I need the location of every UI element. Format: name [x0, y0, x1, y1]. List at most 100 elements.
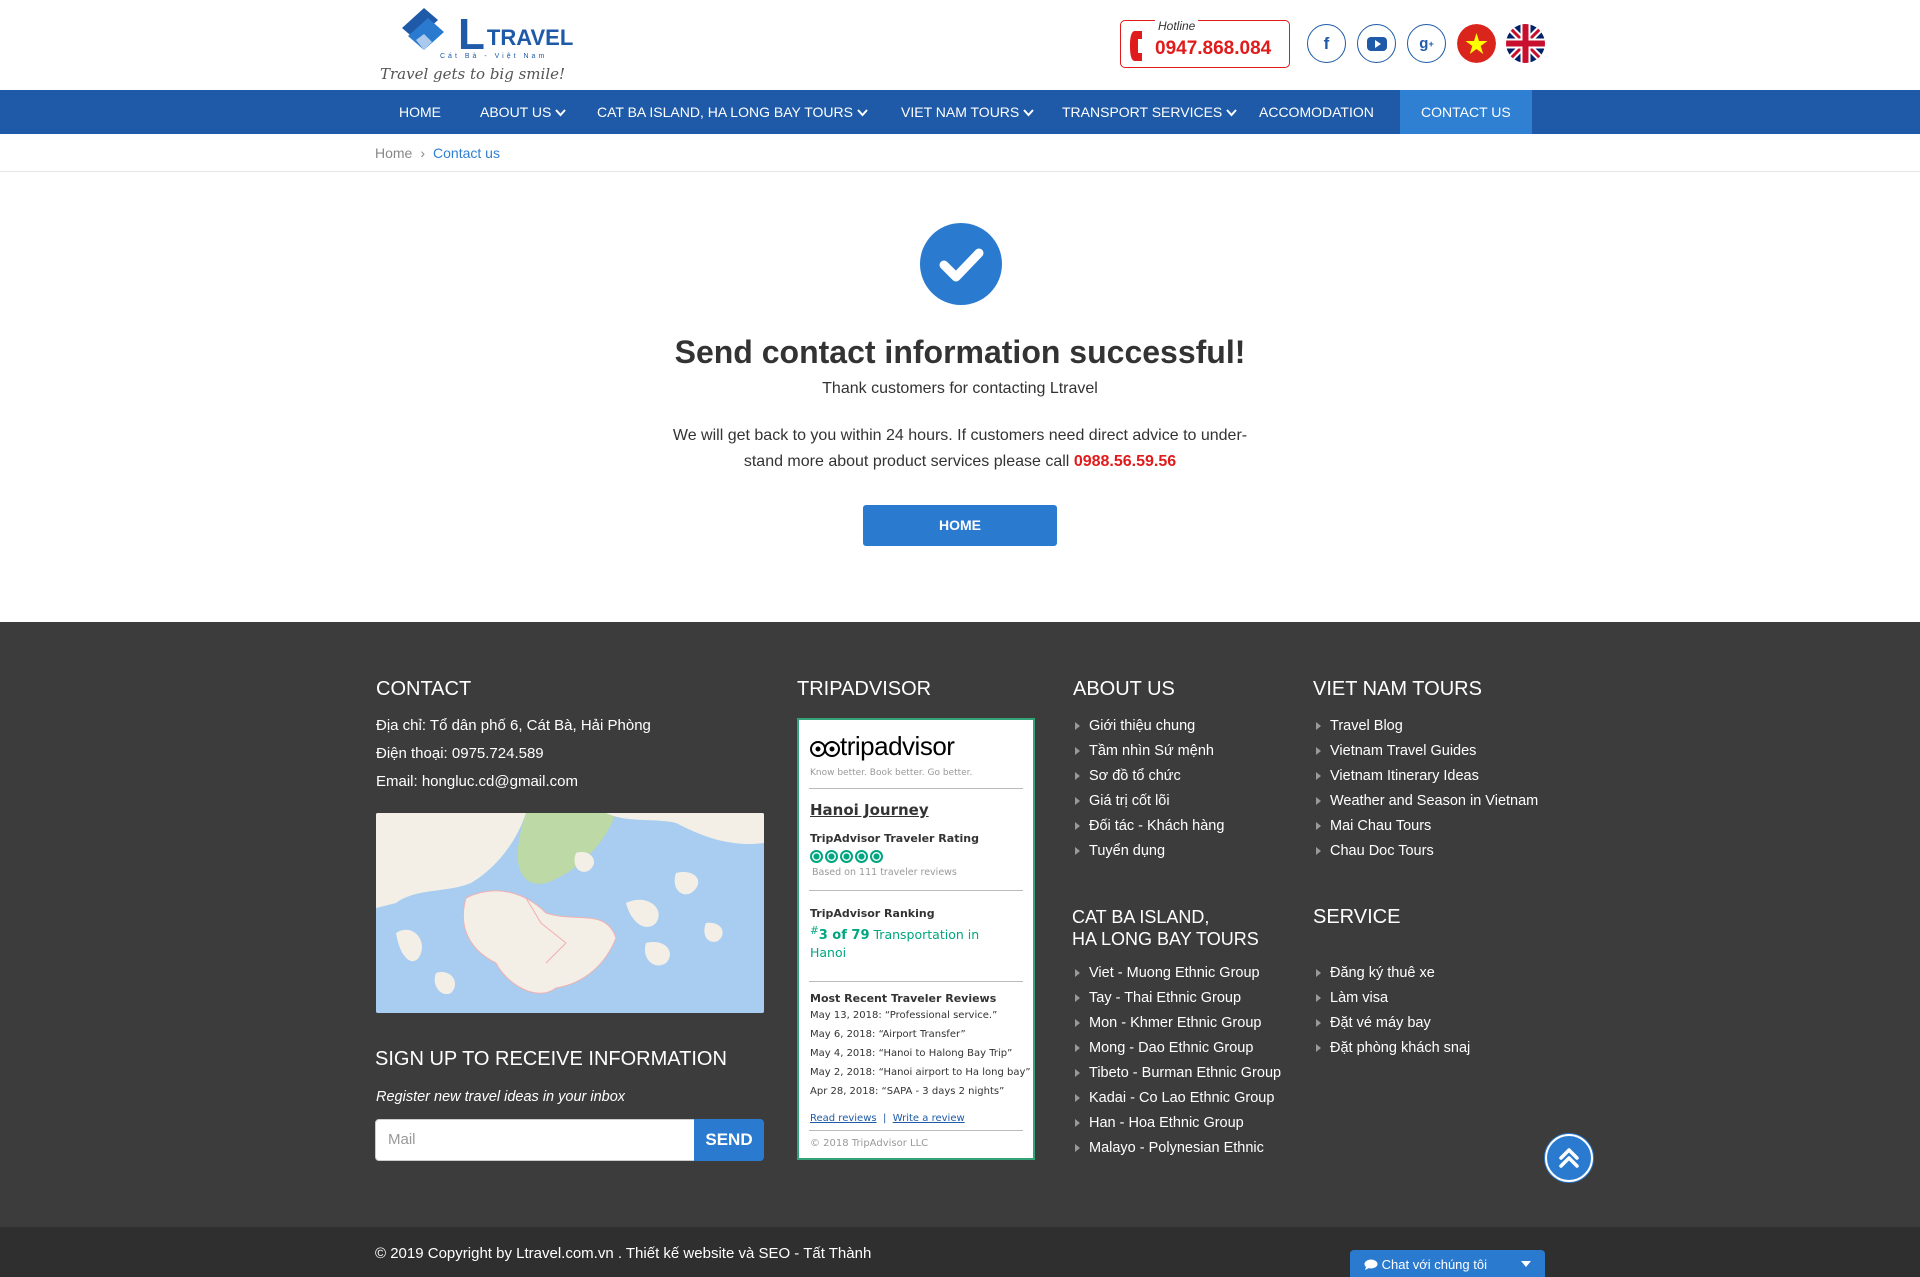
footer-link[interactable]: Sơ đồ tổ chức	[1073, 764, 1224, 789]
logo-mark-icon	[402, 8, 444, 50]
footer-link[interactable]: Tay - Thai Ethnic Group	[1073, 986, 1281, 1011]
footer-contact-heading: CONTACT	[376, 678, 472, 700]
footer-link[interactable]: Vietnam Travel Guides	[1314, 739, 1538, 764]
breadcrumb-bar: Home › Contact us	[0, 134, 1920, 172]
footer-link[interactable]: Mong - Dao Ethnic Group	[1073, 1036, 1281, 1061]
footer-link[interactable]: Đặt phòng khách snaj	[1314, 1036, 1470, 1061]
divider	[809, 981, 1023, 982]
rating-based-on: Based on 111 traveler reviews	[812, 867, 957, 878]
footer-link[interactable]: Mon - Khmer Ethnic Group	[1073, 1011, 1281, 1036]
breadcrumb: Home › Contact us	[375, 145, 500, 161]
footer-tripadvisor-heading: TRIPADVISOR	[797, 678, 932, 700]
google-plus-icon[interactable]: g +	[1407, 24, 1446, 63]
footer-link[interactable]: Tầm nhìn Sứ mệnh	[1073, 739, 1224, 764]
logo-subtitle: Cát Bà - Việt Nam	[440, 53, 548, 60]
footer-link[interactable]: Đăng ký thuê xe	[1314, 961, 1470, 986]
review-item[interactable]: May 4, 2018: “Hanoi to Halong Bay Trip”	[810, 1048, 1012, 1059]
breadcrumb-home[interactable]: Home	[375, 145, 412, 161]
footer-catba-heading: CAT BA ISLAND, HA LONG BAY TOURS	[1072, 907, 1259, 949]
footer-link[interactable]: Vietnam Itinerary Ideas	[1314, 764, 1538, 789]
copyright-text: © 2019 Copyright by Ltravel.com.vn . Thi…	[375, 1245, 872, 1262]
hotline-box[interactable]: Hotline 0947.868.084	[1120, 19, 1290, 68]
review-links: Read reviews | Write a review	[810, 1113, 965, 1124]
footer-link[interactable]: Han - Hoa Ethnic Group	[1073, 1111, 1281, 1136]
chevron-down-icon	[555, 109, 567, 117]
footer-link[interactable]: Tibeto - Burman Ethnic Group	[1073, 1061, 1281, 1086]
review-item[interactable]: May 2, 2018: “Hanoi airport to Ha long b…	[810, 1067, 1031, 1078]
success-check-icon	[920, 223, 1002, 305]
ranking-text: #3 of 79 Transportation in Hanoi	[810, 925, 980, 961]
uk-flag-icon[interactable]	[1506, 24, 1545, 63]
mail-input[interactable]: Mail	[375, 1119, 695, 1161]
chevron-right-icon: ›	[420, 145, 426, 161]
youtube-icon[interactable]	[1357, 24, 1396, 63]
back-to-top-button[interactable]	[1545, 1134, 1593, 1182]
hotline-number[interactable]: 0947.868.084	[1155, 38, 1271, 60]
tripadvisor-copyright: © 2018 TripAdvisor LLC	[810, 1138, 929, 1149]
send-button[interactable]: SEND	[694, 1119, 764, 1161]
footer-about-heading: ABOUT US	[1073, 678, 1175, 700]
site-logo[interactable]: LTRAVEL Cát Bà - Việt Nam Travel gets to…	[380, 4, 580, 86]
hotline-label: Hotline	[1155, 19, 1199, 33]
footer-phone: Điện thoại: 0975.724.589	[376, 745, 544, 762]
footer-vntours-list: Travel Blog Vietnam Travel Guides Vietna…	[1314, 714, 1538, 864]
chat-label: Chat với chúng tôi	[1381, 1257, 1487, 1272]
breadcrumb-current: Contact us	[433, 145, 500, 161]
nav-contact-us[interactable]: CONTACT US	[1400, 90, 1532, 134]
footer-signup-heading: SIGN UP TO RECEIVE INFORMATION	[375, 1048, 727, 1070]
vietnamese-flag-icon[interactable]	[1457, 24, 1496, 63]
nav-transport-services[interactable]: TRANSPORT SERVICES	[1041, 90, 1258, 134]
phone-icon	[1130, 31, 1142, 61]
nav-vietnam-tours[interactable]: VIET NAM TOURS	[880, 90, 1055, 134]
rating-bubbles	[810, 850, 883, 863]
review-item[interactable]: May 13, 2018: “Professional service.”	[810, 1010, 997, 1021]
caret-down-icon[interactable]	[1521, 1261, 1531, 1267]
double-chevron-up-icon	[1559, 1148, 1579, 1168]
location-map[interactable]	[376, 813, 764, 1013]
footer-email[interactable]: Email: hongluc.cd@gmail.com	[376, 773, 578, 790]
footer-about-list: Giới thiệu chung Tầm nhìn Sứ mệnh Sơ đồ …	[1073, 714, 1224, 864]
facebook-icon[interactable]: f	[1307, 24, 1346, 63]
footer-link[interactable]: Làm visa	[1314, 986, 1470, 1011]
tripadvisor-tagline: Know better. Book better. Go better.	[810, 768, 973, 778]
success-thanks: Thank customers for contacting Ltravel	[822, 380, 1098, 397]
review-item[interactable]: May 6, 2018: “Airport Transfer”	[810, 1029, 966, 1040]
rating-title: TripAdvisor Traveler Rating	[810, 832, 979, 845]
review-item[interactable]: Apr 28, 2018: “SAPA - 3 days 2 nights”	[810, 1086, 1004, 1097]
footer-link[interactable]: Kadai - Co Lao Ethnic Group	[1073, 1086, 1281, 1111]
footer-address: Địa chỉ: Tổ dân phố 6, Cát Bà, Hải Phòng	[376, 717, 651, 734]
tripadvisor-widget: tripadvisor Know better. Book better. Go…	[797, 718, 1035, 1160]
nav-accomodation[interactable]: ACCOMODATION	[1238, 90, 1395, 134]
tripadvisor-owl-icon	[810, 741, 840, 757]
reviews-title: Most Recent Traveler Reviews	[810, 992, 997, 1005]
success-message: We will get back to you within 24 hours.…	[672, 427, 1248, 470]
write-review-link[interactable]: Write a review	[893, 1113, 965, 1124]
nav-catba-tours[interactable]: CAT BA ISLAND, HA LONG BAY TOURS	[576, 90, 889, 134]
signup-subtitle: Register new travel ideas in your inbox	[376, 1089, 626, 1105]
support-phone[interactable]: 0988.56.59.56	[1074, 453, 1176, 470]
footer-link[interactable]: Tuyển dụng	[1073, 839, 1224, 864]
footer-link[interactable]: Giới thiệu chung	[1073, 714, 1224, 739]
footer-link[interactable]: Mai Chau Tours	[1314, 814, 1538, 839]
home-button[interactable]: HOME	[863, 505, 1057, 546]
footer-catba-list: Viet - Muong Ethnic Group Tay - Thai Eth…	[1073, 961, 1281, 1161]
copyright-bar: © 2019 Copyright by Ltravel.com.vn . Thi…	[0, 1227, 1920, 1277]
ranking-title: TripAdvisor Ranking	[810, 907, 935, 920]
footer-link[interactable]: Weather and Season in Vietnam	[1314, 789, 1538, 814]
nav-about-us[interactable]: ABOUT US	[459, 90, 587, 134]
footer-link[interactable]: Đối tác - Khách hàng	[1073, 814, 1224, 839]
tripadvisor-business-name[interactable]: Hanoi Journey	[810, 801, 929, 819]
footer-link[interactable]: Viet - Muong Ethnic Group	[1073, 961, 1281, 986]
footer-link[interactable]: Travel Blog	[1314, 714, 1538, 739]
footer-link[interactable]: Giá trị cốt lõi	[1073, 789, 1224, 814]
footer-link[interactable]: Chau Doc Tours	[1314, 839, 1538, 864]
read-reviews-link[interactable]: Read reviews	[810, 1113, 877, 1124]
chat-widget[interactable]: Chat với chúng tôi	[1350, 1250, 1545, 1277]
divider	[809, 1130, 1023, 1131]
chat-bubble-icon	[1364, 1259, 1378, 1270]
chevron-down-icon	[1226, 109, 1238, 117]
footer-link[interactable]: Malayo - Polynesian Ethnic	[1073, 1136, 1281, 1161]
tripadvisor-logo[interactable]: tripadvisor	[810, 731, 955, 762]
nav-home[interactable]: HOME	[378, 90, 462, 134]
footer-link[interactable]: Đặt vé máy bay	[1314, 1011, 1470, 1036]
